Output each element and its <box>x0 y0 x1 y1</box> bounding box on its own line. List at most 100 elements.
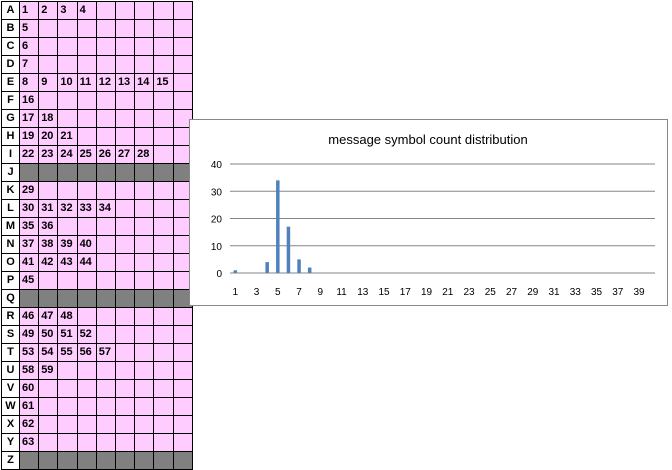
grid-cell <box>135 236 155 254</box>
grid-cell <box>115 434 136 452</box>
grid-cell <box>96 398 116 416</box>
grid-cell <box>135 20 155 38</box>
grid-cell <box>154 110 174 128</box>
grid-cell <box>39 272 59 290</box>
row-header-o: O <box>2 254 20 272</box>
row-header-h: H <box>2 128 20 146</box>
symbol-grid: A 1 2 3 4 B 5 C 6 D 7 E 8 9 10 11 12 13 14 15 F 16 G 17 18 H 19 20 2… <box>1 1 193 470</box>
row-header-c: C <box>2 38 20 56</box>
grid-cell: 41 <box>20 254 40 272</box>
grid-cell <box>135 308 155 326</box>
grid-cell <box>173 56 193 74</box>
grid-cell: 63 <box>20 434 40 452</box>
grid-cell <box>154 380 174 398</box>
grid-cell <box>96 434 116 452</box>
grid-cell <box>58 38 78 56</box>
bar-1 <box>233 270 238 273</box>
grid-cell <box>115 326 136 344</box>
grid-cell <box>115 20 136 38</box>
grid-cell <box>154 452 174 470</box>
grid-cell <box>135 434 155 452</box>
grid-cell <box>154 344 174 362</box>
grid-cell <box>154 326 174 344</box>
bar-6 <box>286 226 291 273</box>
grid-cell <box>173 344 193 362</box>
grid-cell <box>154 164 174 182</box>
grid-cell: 59 <box>39 362 59 380</box>
grid-cell: 58 <box>20 362 40 380</box>
grid-cell <box>96 38 116 56</box>
row-header-z: Z <box>2 452 20 470</box>
grid-cell: 44 <box>77 254 97 272</box>
grid-cell: 31 <box>39 200 59 218</box>
x-tick-label: 5 <box>275 287 281 298</box>
row-header-p: P <box>2 272 20 290</box>
grid-cell <box>96 20 116 38</box>
grid-cell <box>135 362 155 380</box>
grid-cell: 7 <box>20 56 40 74</box>
x-tick-label: 19 <box>421 287 433 298</box>
grid-cell <box>20 290 40 308</box>
grid-cell <box>58 290 78 308</box>
grid-cell <box>135 398 155 416</box>
grid-cell <box>173 92 193 110</box>
grid-cell <box>77 92 97 110</box>
grid-cell <box>154 434 174 452</box>
grid-cell: 57 <box>96 344 116 362</box>
row-header-m: M <box>2 218 20 236</box>
row-header-r: R <box>2 308 20 326</box>
row-header-e: E <box>2 74 20 92</box>
grid-cell <box>39 20 59 38</box>
grid-cell <box>135 218 155 236</box>
x-tick-label: 37 <box>612 287 624 298</box>
grid-cell <box>115 344 136 362</box>
grid-cell <box>58 452 78 470</box>
grid-cell <box>154 308 174 326</box>
grid-cell <box>154 290 174 308</box>
grid-cell: 36 <box>39 218 59 236</box>
x-tick-label: 11 <box>336 287 347 298</box>
grid-cell: 27 <box>115 146 136 164</box>
y-tick-label: 30 <box>211 187 223 198</box>
grid-cell <box>154 2 174 20</box>
grid-cell: 46 <box>20 308 40 326</box>
row-header-l: L <box>2 200 20 218</box>
grid-cell <box>58 20 78 38</box>
y-tick-label: 0 <box>216 269 222 280</box>
grid-cell <box>96 380 116 398</box>
grid-cell: 26 <box>96 146 116 164</box>
grid-cell <box>58 218 78 236</box>
grid-cell <box>77 308 97 326</box>
grid-cell: 53 <box>20 344 40 362</box>
grid-cell: 40 <box>77 236 97 254</box>
grid-cell <box>154 362 174 380</box>
grid-cell: 35 <box>20 218 40 236</box>
grid-cell <box>135 38 155 56</box>
grid-cell <box>115 398 136 416</box>
grid-cell: 48 <box>58 308 78 326</box>
grid-cell <box>77 38 97 56</box>
grid-cell <box>154 92 174 110</box>
grid-cell <box>135 182 155 200</box>
grid-cell <box>115 254 136 272</box>
grid-cell <box>115 236 136 254</box>
grid-cell <box>96 2 116 20</box>
x-tick-label: 9 <box>318 287 324 298</box>
row-header-u: U <box>2 362 20 380</box>
grid-cell <box>173 380 193 398</box>
grid-cell <box>58 272 78 290</box>
grid-cell: 56 <box>77 344 97 362</box>
grid-cell <box>96 110 116 128</box>
grid-cell: 55 <box>58 344 78 362</box>
grid-cell <box>39 182 59 200</box>
grid-cell <box>96 308 116 326</box>
bar-4 <box>265 262 269 273</box>
grid-cell <box>173 416 193 434</box>
grid-cell <box>77 434 97 452</box>
row-header-s: S <box>2 326 20 344</box>
grid-cell <box>58 92 78 110</box>
grid-cell <box>154 56 174 74</box>
x-tick-label: 13 <box>357 287 369 298</box>
grid-cell <box>77 362 97 380</box>
grid-cell <box>154 416 174 434</box>
